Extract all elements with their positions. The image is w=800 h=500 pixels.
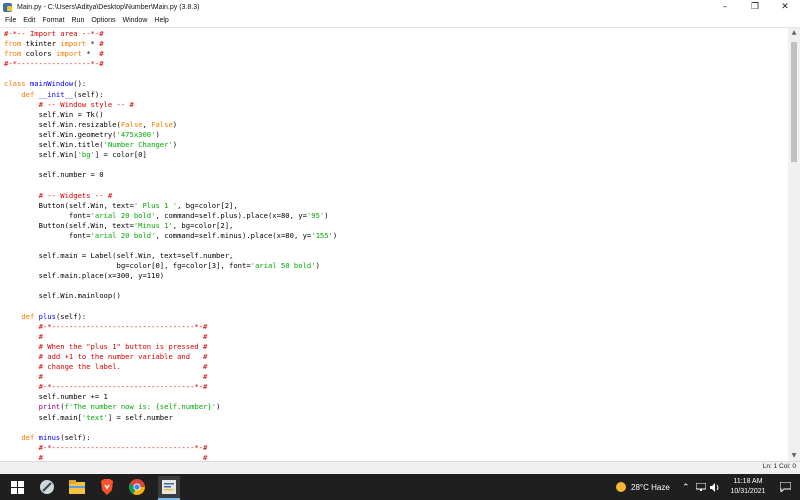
code-text[interactable]: #-*-- Import area --*-# from tkinter imp…	[4, 29, 337, 461]
title-bar: Main.py - C:\Users\Aditya\Desktop\Number…	[0, 0, 800, 14]
network-icon[interactable]	[696, 474, 706, 500]
code-editor[interactable]: #-*-- Import area --*-# from tkinter imp…	[0, 28, 788, 461]
notification-icon[interactable]	[780, 474, 791, 500]
chevron-up-icon[interactable]: ⌃	[682, 474, 690, 500]
weather-widget[interactable]: 28°C Haze	[616, 474, 670, 500]
cursor-position: Ln: 1 Col: 0	[762, 463, 796, 470]
minimize-button[interactable]: –	[710, 0, 740, 14]
menu-help[interactable]: Help	[154, 17, 168, 24]
menu-bar: File Edit Format Run Options Window Help	[0, 14, 800, 28]
weather-text: 28°C Haze	[631, 482, 670, 492]
menu-window[interactable]: Window	[122, 17, 147, 24]
brave-browser-icon[interactable]	[98, 478, 116, 496]
menu-options[interactable]: Options	[91, 17, 115, 24]
status-bar: Ln: 1 Col: 0	[0, 461, 800, 474]
file-explorer-icon[interactable]	[68, 478, 86, 496]
vertical-scrollbar[interactable]: ▲ ▼	[788, 28, 800, 461]
scroll-down-arrow-icon[interactable]: ▼	[788, 451, 800, 461]
windows-start-icon[interactable]	[8, 478, 26, 496]
menu-format[interactable]: Format	[42, 17, 64, 24]
close-button[interactable]: ✕	[770, 0, 800, 14]
idle-app-icon	[3, 2, 12, 12]
restore-button[interactable]: ❐	[740, 0, 770, 14]
volume-icon[interactable]	[710, 474, 720, 500]
clock-time: 11:18 AM	[733, 478, 763, 485]
menu-edit[interactable]: Edit	[23, 17, 35, 24]
menu-file[interactable]: File	[5, 17, 16, 24]
window-title: Main.py - C:\Users\Aditya\Desktop\Number…	[17, 3, 200, 11]
scroll-up-arrow-icon[interactable]: ▲	[788, 28, 800, 38]
clock-date: 10/31/2021	[730, 488, 766, 495]
scrollbar-thumb[interactable]	[791, 42, 797, 162]
feather-app-icon[interactable]	[38, 478, 56, 496]
taskbar-clock[interactable]: 11:18 AM 10/31/2021	[722, 477, 774, 497]
chrome-browser-icon[interactable]	[128, 478, 146, 496]
menu-run[interactable]: Run	[72, 17, 85, 24]
idle-taskbar-icon[interactable]	[158, 476, 180, 500]
sun-icon	[616, 482, 626, 492]
taskbar: 28°C Haze ⌃ 11:18 AM 10/31/2021	[0, 474, 800, 500]
